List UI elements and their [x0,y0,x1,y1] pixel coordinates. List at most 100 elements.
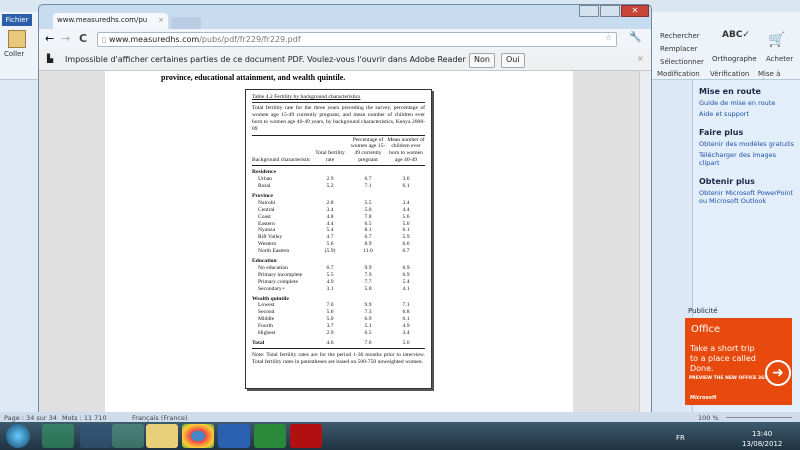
table-section-heading: Education [252,258,277,265]
input-language[interactable]: FR [676,434,685,442]
table-cell: 5.0 [364,206,372,213]
table-cell: 7.0 [326,302,334,309]
minimize-button[interactable] [579,5,599,17]
page-count: Page : 34 sur 34 [4,414,57,422]
zoom-slider[interactable] [726,417,792,418]
table-row: Secondary+ 3.1 5.0 4.1 [252,286,425,293]
pane-link[interactable]: Obtenir des modèles gratuits [699,140,794,148]
table-cell: 5.1 [364,323,372,330]
excel-icon[interactable] [254,424,286,448]
table-row: North Eastern (5.9) 11.0 6.7 [252,248,425,255]
table-cell: 6.7 [326,264,334,271]
table-cell: Western [258,241,277,248]
word-icon[interactable] [218,424,250,448]
yes-button[interactable]: Oui [501,53,525,68]
table-cell: 3.6 [402,176,410,183]
table-cell: Fourth [258,323,273,330]
new-tab-button[interactable] [171,17,201,29]
briefcase-icon[interactable] [80,424,112,448]
pane-section-title: Mise en route [699,87,761,96]
header-cell: Percentage of women age 15-49 currently … [350,136,386,164]
table-cell: 8.9 [364,241,372,248]
table-cell: 6.7 [402,248,410,255]
window-controls: ✕ [579,5,649,19]
close-window-button[interactable]: ✕ [621,5,649,17]
cart-icon: 🛒 [768,32,786,48]
select-button[interactable]: Sélectionner [660,58,704,66]
table-cell: 7.1 [402,302,410,309]
office-ad[interactable]: Office Take a short trip to a place call… [685,318,792,405]
table-note: Note: Total fertility rates are for the … [252,351,425,365]
table-title: Table 4.2 Fertility by background charac… [252,94,425,103]
table-cell: Secondary+ [258,285,285,292]
table-cell: 8.1 [364,227,372,234]
table-cell: North Eastern [258,248,290,255]
maximize-button[interactable] [600,5,620,17]
pane-link[interactable]: Aide et support [699,110,794,118]
table-cell: Lowest [258,302,275,309]
word-count[interactable]: Mots : 11 710 [62,414,107,422]
paste-icon[interactable] [8,30,26,48]
header-cell: Background characteristic [252,157,311,164]
group-edit-label: Modification [657,70,700,78]
messenger-icon[interactable] [112,424,144,448]
no-button[interactable]: Non [469,53,495,68]
file-tab[interactable]: Fichier [2,14,32,26]
table-row: Primary incomplete 5.5 7.9 6.9 [252,272,425,279]
table-cell: Primary incomplete [258,271,303,278]
media-player-icon[interactable] [42,424,74,448]
ad-cta[interactable]: PREVIEW THE NEW OFFICE 365 [689,376,767,381]
table-row: Eastern 4.4 6.5 5.6 [252,221,425,228]
table-row: Western 5.6 8.9 6.6 [252,241,425,248]
table-cell: 5.6 [402,213,410,220]
pane-link[interactable]: Guide de mise en route [699,99,794,107]
find-button[interactable]: Rechercher [660,32,700,40]
table-cell: 4.7 [326,234,334,241]
close-infobar-icon[interactable]: × [637,54,644,63]
table-cell: Coast [258,213,271,220]
table-cell: 6.9 [402,271,410,278]
table-cell: Primary complete [258,278,298,285]
chrome-icon[interactable] [182,424,214,448]
table-body: Residence Urban 2.9 6.7 3.6 Rural 5.2 7.1 6.1 Pro… [252,169,425,337]
table-cell: 6.8 [402,309,410,316]
reload-icon[interactable]: C [79,32,87,45]
table-cell: 3.1 [326,285,334,292]
table-row: Middle 5.0 6.9 6.1 [252,316,425,323]
start-button[interactable] [6,424,30,448]
browser-tab[interactable]: www.measuredhs.com/pu × [53,13,168,29]
table-cell: 3.4 [326,206,334,213]
replace-button[interactable]: Remplacer [660,45,697,53]
close-tab-icon[interactable]: × [158,16,164,24]
table-row: Rural 5.2 7.1 6.1 [252,183,425,190]
zoom-level[interactable]: 100 % [698,414,719,422]
paste-button[interactable]: Coller [4,50,24,58]
explorer-icon[interactable] [146,424,178,448]
buy-button[interactable]: Acheter [766,55,793,63]
address-bar[interactable]: ▯ www.measuredhs.com/pubs/pdf/fr229/fr22… [97,32,617,47]
forward-icon[interactable]: → [61,32,70,45]
pane-link[interactable]: Télécharger des images clipart [699,151,794,167]
table-row: Primary complete 4.9 7.7 5.4 [252,279,425,286]
pdf-infobar: ▙ Impossible d'afficher certaines partie… [39,49,651,71]
wrench-icon[interactable]: 🔧 [629,32,641,43]
clock-time[interactable]: 13:40 [752,430,772,438]
pane-link[interactable]: Obtenir Microsoft PowerPoint ou Microsof… [699,189,794,205]
acrobat-icon[interactable] [290,424,322,448]
back-icon[interactable]: ← [45,32,54,45]
clock-date[interactable]: 13/08/2012 [742,440,782,448]
table-cell: 3.7 [326,323,334,330]
table-cell: Urban [258,176,272,183]
language[interactable]: Français (France) [132,414,188,422]
spelling-button[interactable]: Orthographe [712,55,757,63]
bookmark-star-icon[interactable]: ☆ [605,33,612,42]
table-cell: 5.5 [364,199,372,206]
table-cell: 6.6 [402,241,410,248]
table-section-heading: Residence [252,169,276,176]
page-icon: ▯ [102,35,109,44]
fertility-table: Table 4.2 Fertility by background charac… [245,89,432,389]
table-row: Highest 2.9 6.5 3.4 [252,330,425,337]
header-cell: Mean number of children ever born to wom… [387,136,425,164]
vertical-scrollbar[interactable] [639,71,651,412]
pdf-heading-fragment: province, educational attainment, and we… [161,73,346,82]
